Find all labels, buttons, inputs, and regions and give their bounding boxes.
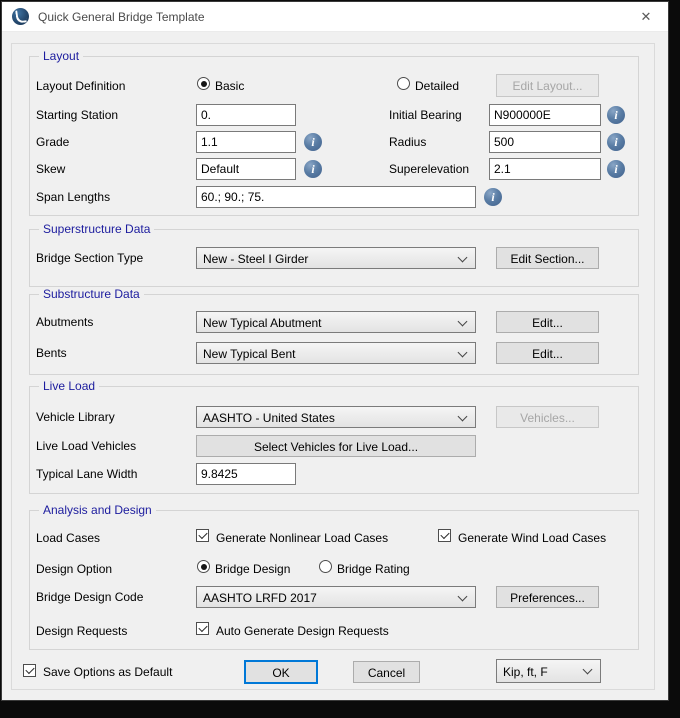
radius-label: Radius [389,135,426,149]
bridge-design-code-combo[interactable]: AASHTO LRFD 2017 [196,586,476,608]
typical-lane-width-input[interactable] [196,463,296,485]
generate-wind-label[interactable]: Generate Wind Load Cases [458,531,606,545]
superstructure-group-title: Superstructure Data [39,222,154,236]
starting-station-input[interactable] [196,104,296,126]
layout-group-title: Layout [39,49,83,63]
preferences-button[interactable]: Preferences... [496,586,599,608]
dialog-window: Quick General Bridge Template ✕ Layout S… [2,2,668,700]
close-icon[interactable]: ✕ [624,2,668,32]
vehicle-library-combo[interactable]: AASHTO - United States [196,406,476,428]
window-title: Quick General Bridge Template [38,10,205,24]
design-option-label: Design Option [36,562,112,576]
save-options-label[interactable]: Save Options as Default [43,665,172,679]
vehicle-library-label: Vehicle Library [36,410,115,424]
detailed-radio-label[interactable]: Detailed [415,79,459,93]
dialog-content: Layout Superstructure Data Substructure … [2,32,668,699]
initial-bearing-info-icon[interactable]: i [607,106,625,124]
cancel-button[interactable]: Cancel [353,661,420,683]
bents-edit-button[interactable]: Edit... [496,342,599,364]
analysis-group-title: Analysis and Design [39,503,156,517]
auto-generate-label[interactable]: Auto Generate Design Requests [216,624,389,638]
bridge-design-radio[interactable] [197,560,210,573]
bents-label: Bents [36,346,67,360]
typical-lane-width-label: Typical Lane Width [36,467,137,481]
edit-layout-button: Edit Layout... [496,74,599,97]
span-lengths-label: Span Lengths [36,190,110,204]
title-bar: Quick General Bridge Template ✕ [2,2,668,32]
skew-label: Skew [36,162,65,176]
abutments-label: Abutments [36,315,93,329]
edit-section-button[interactable]: Edit Section... [496,247,599,269]
span-lengths-info-icon[interactable]: i [484,188,502,206]
live-load-vehicles-label: Live Load Vehicles [36,439,136,453]
grade-info-icon[interactable]: i [304,133,322,151]
skew-info-icon[interactable]: i [304,160,322,178]
load-cases-label: Load Cases [36,531,100,545]
generate-nonlinear-label[interactable]: Generate Nonlinear Load Cases [216,531,388,545]
select-vehicles-button[interactable]: Select Vehicles for Live Load... [196,435,476,457]
app-icon [12,8,29,25]
grade-input[interactable] [196,131,296,153]
generate-wind-checkbox[interactable] [438,529,451,542]
layout-definition-label: Layout Definition [36,79,125,93]
save-options-checkbox[interactable] [23,664,36,677]
bridge-design-code-label: Bridge Design Code [36,590,143,604]
ok-button[interactable]: OK [244,660,318,684]
span-lengths-input[interactable] [196,186,476,208]
superelevation-input[interactable] [489,158,601,180]
auto-generate-checkbox[interactable] [196,622,209,635]
radius-info-icon[interactable]: i [607,133,625,151]
bridge-section-type-combo[interactable]: New - Steel I Girder [196,247,476,269]
abutments-edit-button[interactable]: Edit... [496,311,599,333]
bridge-section-type-label: Bridge Section Type [36,251,143,265]
detailed-radio[interactable] [397,77,410,90]
superelevation-info-icon[interactable]: i [607,160,625,178]
substructure-group-title: Substructure Data [39,287,144,301]
bridge-design-radio-label[interactable]: Bridge Design [215,562,290,576]
radius-input[interactable] [489,131,601,153]
starting-station-label: Starting Station [36,108,118,122]
live-load-group-title: Live Load [39,379,99,393]
bridge-rating-radio[interactable] [319,560,332,573]
initial-bearing-input[interactable] [489,104,601,126]
design-requests-label: Design Requests [36,624,127,638]
initial-bearing-label: Initial Bearing [389,108,462,122]
basic-radio[interactable] [197,77,210,90]
main-panel: Layout Superstructure Data Substructure … [11,43,655,690]
bridge-rating-radio-label[interactable]: Bridge Rating [337,562,410,576]
generate-nonlinear-checkbox[interactable] [196,529,209,542]
superelevation-label: Superelevation [389,162,469,176]
skew-input[interactable] [196,158,296,180]
basic-radio-label[interactable]: Basic [215,79,244,93]
abutments-combo[interactable]: New Typical Abutment [196,311,476,333]
vehicles-button: Vehicles... [496,406,599,428]
bents-combo[interactable]: New Typical Bent [196,342,476,364]
units-combo[interactable]: Kip, ft, F [496,659,601,683]
grade-label: Grade [36,135,69,149]
